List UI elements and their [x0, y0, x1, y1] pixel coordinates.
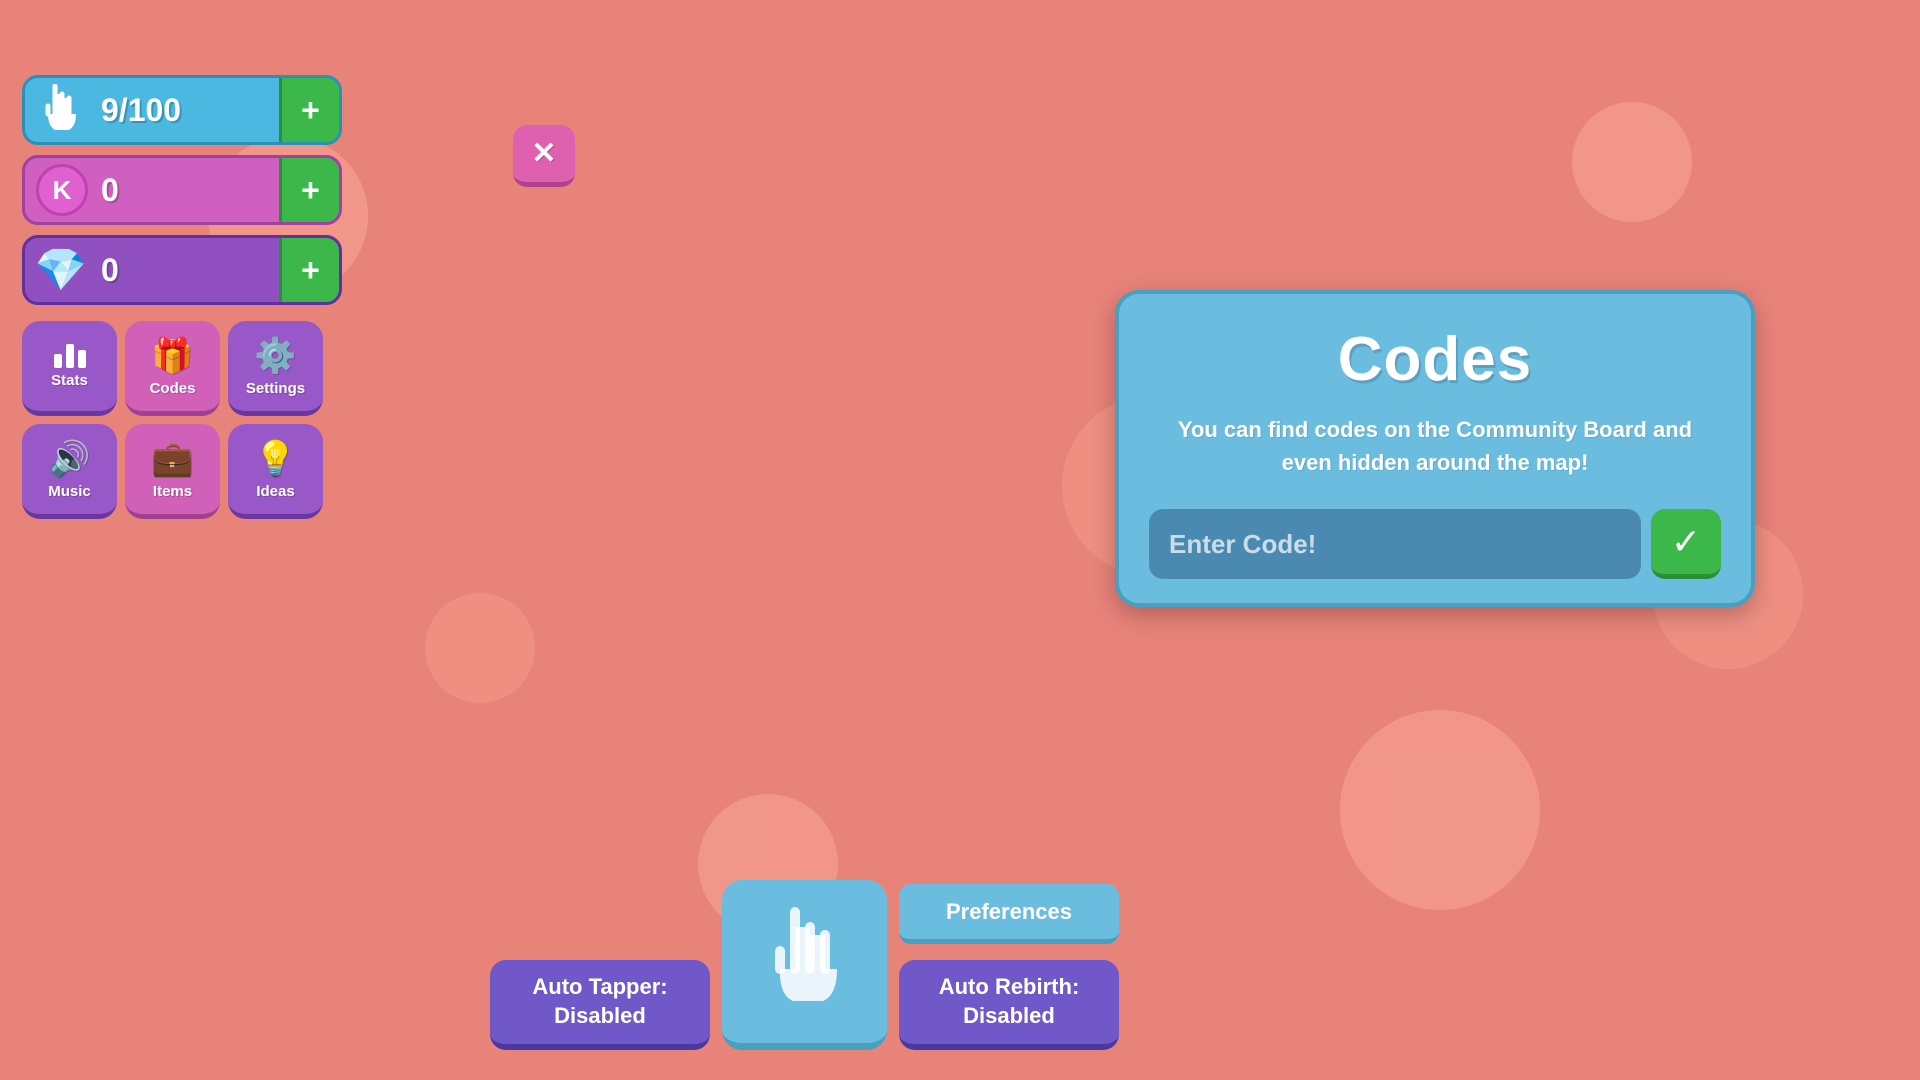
- codes-label: Codes: [150, 380, 196, 397]
- tapper-main-button[interactable]: [722, 880, 887, 1050]
- ideas-label: Ideas: [256, 483, 294, 500]
- taps-resource-bar: 9/100 +: [22, 75, 342, 145]
- code-input[interactable]: [1149, 509, 1641, 579]
- tapper-center: [722, 880, 887, 1050]
- close-icon: ✕: [531, 136, 556, 171]
- lightbulb-icon: 💡: [254, 439, 296, 479]
- taps-value: 9/100: [93, 92, 279, 129]
- nav-button-grid: Stats 🎁 Codes ⚙️ Settings 🔊 Music 💼 Item…: [22, 321, 342, 519]
- stats-label: Stats: [51, 372, 88, 389]
- right-stack: Preferences Auto Rebirth:Disabled: [899, 884, 1119, 1050]
- auto-tapper-label: Auto Tapper:Disabled: [532, 974, 667, 1028]
- close-button[interactable]: ✕: [513, 125, 575, 187]
- kash-value: 0: [93, 172, 279, 209]
- items-button[interactable]: 💼 Items: [125, 424, 220, 519]
- gems-resource-bar: 💎 0 +: [22, 235, 342, 305]
- settings-button[interactable]: ⚙️ Settings: [228, 321, 323, 416]
- codes-button[interactable]: 🎁 Codes: [125, 321, 220, 416]
- kash-resource-bar: K 0 +: [22, 155, 342, 225]
- dialog-description: You can find codes on the Community Boar…: [1149, 413, 1721, 479]
- checkmark-icon: ✓: [1671, 521, 1701, 563]
- preferences-button[interactable]: Preferences: [899, 884, 1119, 944]
- stats-icon: [54, 344, 86, 368]
- ideas-button[interactable]: 💡 Ideas: [228, 424, 323, 519]
- top-left-panel: 9/100 + K 0 + 💎 0 +: [22, 75, 342, 519]
- bottom-bar: Auto Tapper:Disabled Preferences Auto Re…: [490, 880, 1119, 1050]
- auto-rebirth-label: Auto Rebirth:Disabled: [939, 974, 1080, 1028]
- tap-icon: [25, 76, 93, 144]
- kash-plus-button[interactable]: +: [279, 158, 339, 222]
- code-input-row: ✓: [1149, 509, 1721, 579]
- codes-dialog: Codes You can find codes on the Communit…: [1115, 290, 1755, 607]
- briefcase-icon: 💼: [151, 439, 193, 479]
- speaker-icon: 🔊: [48, 439, 90, 479]
- auto-tapper-button[interactable]: Auto Tapper:Disabled: [490, 960, 710, 1050]
- taps-plus-button[interactable]: +: [279, 78, 339, 142]
- preferences-label: Preferences: [946, 899, 1072, 924]
- gems-value: 0: [93, 252, 279, 289]
- music-label: Music: [48, 483, 91, 500]
- auto-rebirth-button[interactable]: Auto Rebirth:Disabled: [899, 960, 1119, 1050]
- gear-icon: ⚙️: [254, 336, 296, 376]
- gift-icon: 🎁: [151, 336, 193, 376]
- items-label: Items: [153, 483, 192, 500]
- stats-button[interactable]: Stats: [22, 321, 117, 416]
- kash-icon: K: [25, 156, 93, 224]
- code-submit-button[interactable]: ✓: [1651, 509, 1721, 579]
- settings-label: Settings: [246, 380, 305, 397]
- gems-icon: 💎: [25, 236, 93, 304]
- gems-plus-button[interactable]: +: [279, 238, 339, 302]
- dialog-title: Codes: [1149, 324, 1721, 395]
- music-button[interactable]: 🔊 Music: [22, 424, 117, 519]
